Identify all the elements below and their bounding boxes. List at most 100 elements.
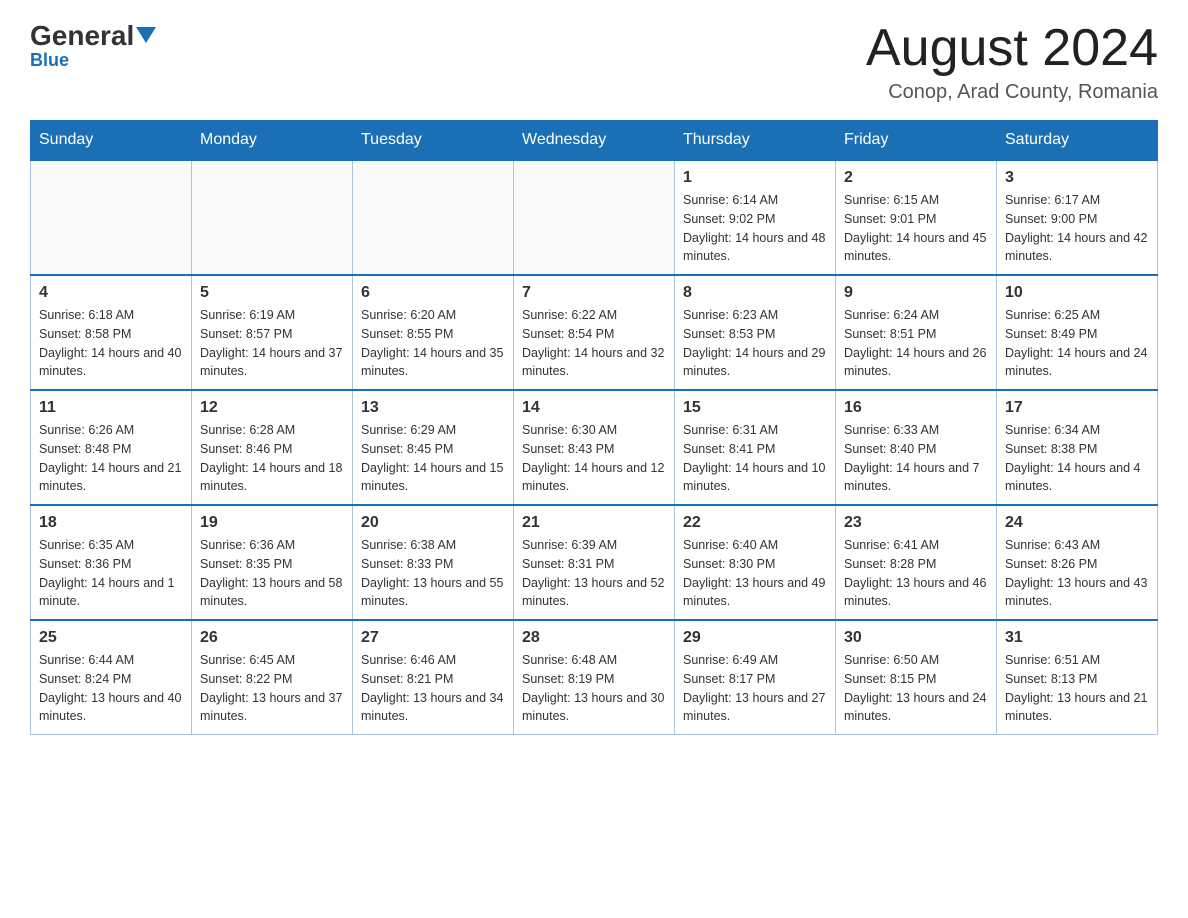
day-number: 21 xyxy=(522,514,666,532)
day-number: 8 xyxy=(683,284,827,302)
day-number: 27 xyxy=(361,629,505,647)
calendar-cell: 25 Sunrise: 6:44 AMSunset: 8:24 PMDayligh… xyxy=(31,620,192,735)
calendar-cell: 16Sunrise: 6:33 AMSunset: 8:40 PMDayligh… xyxy=(836,390,997,505)
day-number: 20 xyxy=(361,514,505,532)
day-info: Sunrise: 6:20 AMSunset: 8:55 PMDaylight:… xyxy=(361,306,505,381)
calendar-cell: 23Sunrise: 6:41 AMSunset: 8:28 PMDayligh… xyxy=(836,505,997,620)
calendar-week-row: 11 Sunrise: 6:26 AMSunset: 8:48 PMDayligh… xyxy=(31,390,1158,505)
day-info: Sunrise: 6:51 AMSunset: 8:13 PMDaylight:… xyxy=(1005,651,1149,726)
calendar-cell: 14 Sunrise: 6:30 AMSunset: 8:43 PMDayligh… xyxy=(514,390,675,505)
calendar-cell: 17 Sunrise: 6:34 AMSunset: 8:38 PMDayligh… xyxy=(997,390,1158,505)
day-number: 23 xyxy=(844,514,988,532)
day-info: Sunrise: 6:36 AMSunset: 8:35 PMDaylight:… xyxy=(200,536,344,611)
day-of-week-header: Saturday xyxy=(997,121,1158,161)
day-number: 9 xyxy=(844,284,988,302)
calendar-cell: 15Sunrise: 6:31 AMSunset: 8:41 PMDayligh… xyxy=(675,390,836,505)
calendar-cell: 11 Sunrise: 6:26 AMSunset: 8:48 PMDayligh… xyxy=(31,390,192,505)
day-number: 11 xyxy=(39,399,183,417)
calendar-cell: 28 Sunrise: 6:48 AMSunset: 8:19 PMDayligh… xyxy=(514,620,675,735)
calendar-cell: 19 Sunrise: 6:36 AMSunset: 8:35 PMDayligh… xyxy=(192,505,353,620)
day-of-week-header: Wednesday xyxy=(514,121,675,161)
day-info: Sunrise: 6:29 AMSunset: 8:45 PMDaylight:… xyxy=(361,421,505,496)
day-number: 13 xyxy=(361,399,505,417)
day-number: 3 xyxy=(1005,169,1149,187)
calendar-cell: 13 Sunrise: 6:29 AMSunset: 8:45 PMDayligh… xyxy=(353,390,514,505)
day-info: Sunrise: 6:15 AMSunset: 9:01 PMDaylight:… xyxy=(844,191,988,266)
day-info: Sunrise: 6:28 AMSunset: 8:46 PMDaylight:… xyxy=(200,421,344,496)
calendar-cell: 29Sunrise: 6:49 AMSunset: 8:17 PMDayligh… xyxy=(675,620,836,735)
day-number: 12 xyxy=(200,399,344,417)
calendar-week-row: 18 Sunrise: 6:35 AMSunset: 8:36 PMDayligh… xyxy=(31,505,1158,620)
day-info: Sunrise: 6:39 AMSunset: 8:31 PMDaylight:… xyxy=(522,536,666,611)
day-info: Sunrise: 6:30 AMSunset: 8:43 PMDaylight:… xyxy=(522,421,666,496)
calendar-cell: 12 Sunrise: 6:28 AMSunset: 8:46 PMDayligh… xyxy=(192,390,353,505)
calendar-week-row: 1 Sunrise: 6:14 AMSunset: 9:02 PMDaylight… xyxy=(31,160,1158,275)
calendar-cell: 8 Sunrise: 6:23 AMSunset: 8:53 PMDaylight… xyxy=(675,275,836,390)
day-info: Sunrise: 6:45 AMSunset: 8:22 PMDaylight:… xyxy=(200,651,344,726)
day-number: 28 xyxy=(522,629,666,647)
calendar-week-row: 25 Sunrise: 6:44 AMSunset: 8:24 PMDayligh… xyxy=(31,620,1158,735)
calendar-cell: 7 Sunrise: 6:22 AMSunset: 8:54 PMDaylight… xyxy=(514,275,675,390)
day-info: Sunrise: 6:14 AMSunset: 9:02 PMDaylight:… xyxy=(683,191,827,266)
day-number: 4 xyxy=(39,284,183,302)
calendar-cell xyxy=(353,160,514,275)
calendar-cell: 22 Sunrise: 6:40 AMSunset: 8:30 PMDayligh… xyxy=(675,505,836,620)
day-number: 7 xyxy=(522,284,666,302)
day-info: Sunrise: 6:35 AMSunset: 8:36 PMDaylight:… xyxy=(39,536,183,611)
day-number: 1 xyxy=(683,169,827,187)
calendar-cell xyxy=(514,160,675,275)
calendar-cell: 5 Sunrise: 6:19 AMSunset: 8:57 PMDaylight… xyxy=(192,275,353,390)
day-info: Sunrise: 6:18 AMSunset: 8:58 PMDaylight:… xyxy=(39,306,183,381)
day-info: Sunrise: 6:22 AMSunset: 8:54 PMDaylight:… xyxy=(522,306,666,381)
day-number: 30 xyxy=(844,629,988,647)
day-info: Sunrise: 6:19 AMSunset: 8:57 PMDaylight:… xyxy=(200,306,344,381)
day-info: Sunrise: 6:23 AMSunset: 8:53 PMDaylight:… xyxy=(683,306,827,381)
logo-general: General xyxy=(30,20,134,52)
day-number: 26 xyxy=(200,629,344,647)
calendar-cell: 31 Sunrise: 6:51 AMSunset: 8:13 PMDayligh… xyxy=(997,620,1158,735)
calendar-cell xyxy=(192,160,353,275)
day-info: Sunrise: 6:48 AMSunset: 8:19 PMDaylight:… xyxy=(522,651,666,726)
calendar-cell: 6Sunrise: 6:20 AMSunset: 8:55 PMDaylight… xyxy=(353,275,514,390)
day-info: Sunrise: 6:40 AMSunset: 8:30 PMDaylight:… xyxy=(683,536,827,611)
day-info: Sunrise: 6:44 AMSunset: 8:24 PMDaylight:… xyxy=(39,651,183,726)
calendar-cell: 9 Sunrise: 6:24 AMSunset: 8:51 PMDaylight… xyxy=(836,275,997,390)
day-number: 10 xyxy=(1005,284,1149,302)
day-number: 14 xyxy=(522,399,666,417)
calendar-cell: 26 Sunrise: 6:45 AMSunset: 8:22 PMDayligh… xyxy=(192,620,353,735)
day-info: Sunrise: 6:50 AMSunset: 8:15 PMDaylight:… xyxy=(844,651,988,726)
day-of-week-header: Friday xyxy=(836,121,997,161)
day-info: Sunrise: 6:43 AMSunset: 8:26 PMDaylight:… xyxy=(1005,536,1149,611)
day-number: 25 xyxy=(39,629,183,647)
day-number: 29 xyxy=(683,629,827,647)
day-number: 22 xyxy=(683,514,827,532)
calendar-cell: 21 Sunrise: 6:39 AMSunset: 8:31 PMDayligh… xyxy=(514,505,675,620)
day-number: 5 xyxy=(200,284,344,302)
day-info: Sunrise: 6:26 AMSunset: 8:48 PMDaylight:… xyxy=(39,421,183,496)
day-number: 18 xyxy=(39,514,183,532)
logo-triangle-icon xyxy=(136,27,156,43)
day-number: 19 xyxy=(200,514,344,532)
day-info: Sunrise: 6:17 AMSunset: 9:00 PMDaylight:… xyxy=(1005,191,1149,266)
location-subtitle: Conop, Arad County, Romania xyxy=(866,81,1158,104)
day-of-week-header: Sunday xyxy=(31,121,192,161)
page-header: General Blue August 2024 Conop, Arad Cou… xyxy=(30,20,1158,104)
day-number: 24 xyxy=(1005,514,1149,532)
day-info: Sunrise: 6:34 AMSunset: 8:38 PMDaylight:… xyxy=(1005,421,1149,496)
calendar-week-row: 4 Sunrise: 6:18 AMSunset: 8:58 PMDaylight… xyxy=(31,275,1158,390)
logo: General Blue xyxy=(30,20,156,71)
day-number: 15 xyxy=(683,399,827,417)
day-of-week-header: Monday xyxy=(192,121,353,161)
calendar-cell xyxy=(31,160,192,275)
calendar-cell: 3 Sunrise: 6:17 AMSunset: 9:00 PMDaylight… xyxy=(997,160,1158,275)
day-info: Sunrise: 6:24 AMSunset: 8:51 PMDaylight:… xyxy=(844,306,988,381)
calendar-cell: 18 Sunrise: 6:35 AMSunset: 8:36 PMDayligh… xyxy=(31,505,192,620)
calendar-header-row: SundayMondayTuesdayWednesdayThursdayFrid… xyxy=(31,121,1158,161)
day-number: 31 xyxy=(1005,629,1149,647)
day-info: Sunrise: 6:25 AMSunset: 8:49 PMDaylight:… xyxy=(1005,306,1149,381)
calendar-cell: 4 Sunrise: 6:18 AMSunset: 8:58 PMDaylight… xyxy=(31,275,192,390)
day-number: 17 xyxy=(1005,399,1149,417)
day-number: 16 xyxy=(844,399,988,417)
calendar-cell: 10 Sunrise: 6:25 AMSunset: 8:49 PMDayligh… xyxy=(997,275,1158,390)
calendar-cell: 2Sunrise: 6:15 AMSunset: 9:01 PMDaylight… xyxy=(836,160,997,275)
